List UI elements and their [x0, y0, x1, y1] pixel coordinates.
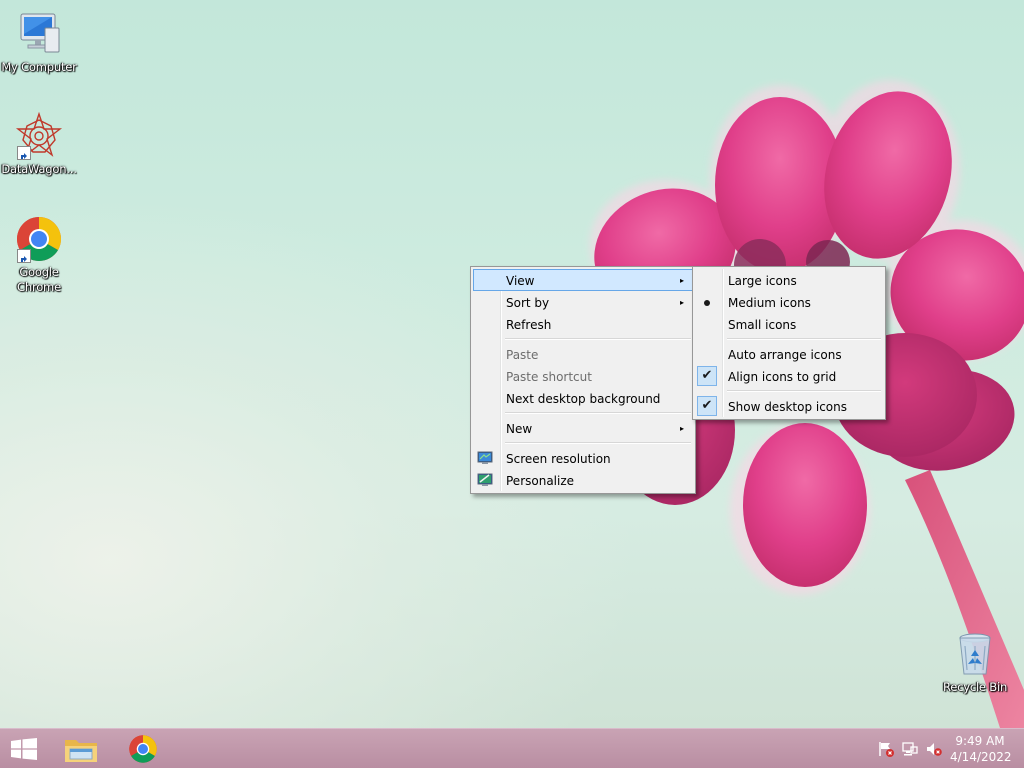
system-tray: 9:49 AM 4/14/2022	[864, 729, 1024, 769]
computer-icon	[15, 10, 63, 58]
submenu-arrow-icon: ▸	[679, 276, 684, 285]
menu-separator	[727, 390, 881, 392]
volume-muted-icon[interactable]	[926, 741, 942, 757]
menu-separator	[727, 338, 881, 340]
desktop-icon-google-chrome[interactable]: Google Chrome	[0, 215, 79, 295]
screen-resolution-icon	[477, 450, 493, 466]
taskbar-chrome-button[interactable]	[118, 730, 170, 768]
menu-item-auto-arrange-icons[interactable]: Auto arrange icons	[695, 343, 883, 365]
shortcut-arrow-icon	[17, 146, 31, 160]
datawagon-icon	[15, 111, 63, 160]
windows-logo-icon	[11, 738, 37, 764]
menu-item-large-icons[interactable]: Large icons	[695, 269, 883, 291]
desktop-icon-label: Google Chrome	[17, 265, 61, 294]
file-explorer-icon	[64, 735, 98, 767]
menu-item-label: Screen resolution	[506, 452, 611, 466]
menu-item-label: New	[506, 422, 533, 436]
submenu-arrow-icon: ▸	[679, 298, 684, 307]
menu-item-label: Refresh	[506, 318, 552, 332]
menu-item-label: View	[506, 274, 535, 288]
menu-item-small-icons[interactable]: Small icons	[695, 313, 883, 335]
checkmark-icon: ✔	[697, 366, 717, 386]
menu-item-sort-by[interactable]: Sort by ▸	[473, 291, 693, 313]
clock-date: 4/14/2022	[950, 750, 1012, 764]
menu-separator	[505, 442, 691, 444]
menu-item-show-desktop-icons[interactable]: ✔ Show desktop icons	[695, 395, 883, 417]
shortcut-arrow-icon	[17, 249, 31, 263]
menu-item-align-icons-to-grid[interactable]: ✔ Align icons to grid	[695, 365, 883, 387]
menu-item-medium-icons[interactable]: Medium icons	[695, 291, 883, 313]
network-icon[interactable]	[902, 741, 918, 757]
clock-time: 9:49 AM	[955, 734, 1005, 748]
menu-item-label: Personalize	[506, 474, 575, 488]
menu-item-screen-resolution[interactable]: Screen resolution	[473, 447, 693, 469]
menu-item-label: Auto arrange icons	[728, 348, 842, 362]
submenu-arrow-icon: ▸	[679, 424, 684, 433]
chrome-icon	[15, 215, 63, 263]
menu-item-view[interactable]: View ▸	[473, 269, 693, 291]
menu-item-personalize[interactable]: Personalize	[473, 469, 693, 491]
start-button[interactable]	[0, 730, 48, 768]
desktop-icon-label: DataWagon...	[1, 162, 77, 176]
desktop-icon-label: Recycle Bin	[942, 680, 1008, 694]
desktop-background[interactable]: My Computer DataWagon... Google Chrome R…	[0, 0, 1024, 728]
taskbar: 9:49 AM 4/14/2022	[0, 728, 1024, 768]
menu-item-label: Paste shortcut	[506, 370, 592, 384]
menu-item-label: Medium icons	[728, 296, 811, 310]
menu-item-label: Paste	[506, 348, 539, 362]
menu-item-paste: Paste	[473, 343, 693, 365]
desktop-icon-my-computer[interactable]: My Computer	[0, 10, 79, 75]
radio-bullet-icon	[704, 300, 710, 306]
menu-item-label: Sort by	[506, 296, 550, 310]
menu-item-label: Align icons to grid	[728, 370, 837, 384]
desktop-icon-datawagon[interactable]: DataWagon...	[0, 111, 79, 177]
chrome-icon	[128, 734, 158, 768]
desktop-icon-recycle-bin[interactable]: Recycle Bin	[935, 630, 1015, 695]
desktop-context-menu: View ▸ Sort by ▸ Refresh Paste Paste sho…	[470, 266, 696, 494]
menu-item-label: Large icons	[728, 274, 797, 288]
menu-item-label: Show desktop icons	[728, 400, 848, 414]
menu-separator	[505, 412, 691, 414]
taskbar-file-explorer-button[interactable]	[56, 730, 108, 768]
menu-item-new[interactable]: New ▸	[473, 417, 693, 439]
view-submenu: Large icons Medium icons Small icons Aut…	[692, 266, 886, 420]
menu-separator	[505, 338, 691, 340]
menu-item-label: Next desktop background	[506, 392, 661, 406]
menu-item-refresh[interactable]: Refresh	[473, 313, 693, 335]
desktop-icon-label: My Computer	[1, 60, 77, 74]
recycle-bin-icon	[951, 630, 999, 678]
menu-item-label: Small icons	[728, 318, 797, 332]
menu-item-next-desktop-background[interactable]: Next desktop background	[473, 387, 693, 409]
checkmark-icon: ✔	[697, 396, 717, 416]
personalize-icon	[477, 472, 493, 488]
action-center-flag-icon[interactable]	[878, 741, 894, 757]
menu-item-paste-shortcut: Paste shortcut	[473, 365, 693, 387]
taskbar-clock[interactable]: 9:49 AM 4/14/2022	[950, 733, 1012, 765]
